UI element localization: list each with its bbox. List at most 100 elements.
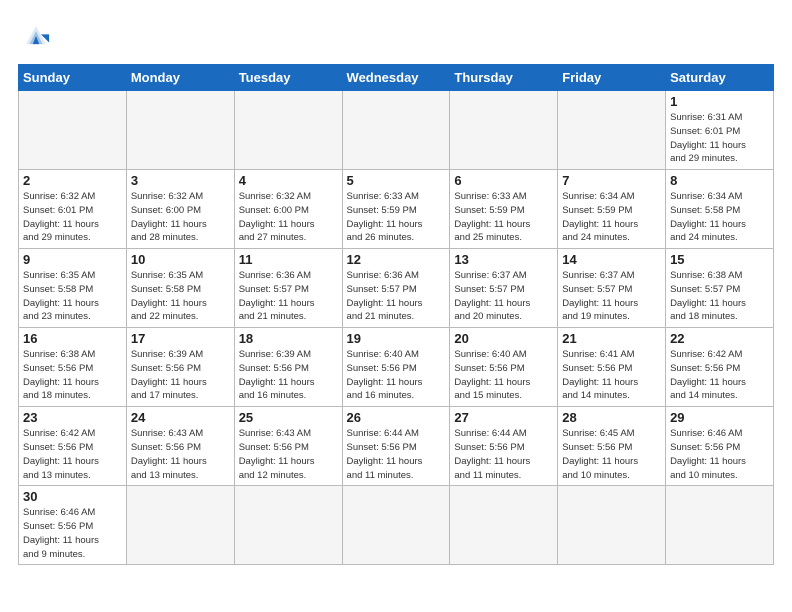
page: SundayMondayTuesdayWednesdayThursdayFrid… (0, 0, 792, 575)
calendar-cell: 8 Sunrise: 6:34 AMSunset: 5:58 PMDaylight… (666, 170, 774, 249)
calendar-week-3: 9 Sunrise: 6:35 AMSunset: 5:58 PMDaylight… (19, 249, 774, 328)
calendar-cell: 15 Sunrise: 6:38 AMSunset: 5:57 PMDayligh… (666, 249, 774, 328)
calendar-cell: 20 Sunrise: 6:40 AMSunset: 5:56 PMDayligh… (450, 328, 558, 407)
day-number: 28 (562, 410, 661, 425)
calendar-week-5: 23 Sunrise: 6:42 AMSunset: 5:56 PMDayligh… (19, 407, 774, 486)
day-number: 25 (239, 410, 338, 425)
day-info: Sunrise: 6:46 AMSunset: 5:56 PMDaylight:… (23, 506, 122, 561)
day-number: 11 (239, 252, 338, 267)
calendar-cell: 30 Sunrise: 6:46 AMSunset: 5:56 PMDayligh… (19, 486, 127, 565)
day-number: 18 (239, 331, 338, 346)
calendar-cell: 25 Sunrise: 6:43 AMSunset: 5:56 PMDayligh… (234, 407, 342, 486)
calendar-cell: 14 Sunrise: 6:37 AMSunset: 5:57 PMDayligh… (558, 249, 666, 328)
calendar: SundayMondayTuesdayWednesdayThursdayFrid… (18, 64, 774, 565)
calendar-cell (450, 486, 558, 565)
day-info: Sunrise: 6:32 AMSunset: 6:01 PMDaylight:… (23, 190, 122, 245)
day-info: Sunrise: 6:31 AMSunset: 6:01 PMDaylight:… (670, 111, 769, 166)
calendar-cell: 22 Sunrise: 6:42 AMSunset: 5:56 PMDayligh… (666, 328, 774, 407)
calendar-cell: 19Sunrise: 6:40 AMSunset: 5:56 PMDayligh… (342, 328, 450, 407)
day-info: Sunrise: 6:40 AMSunset: 5:56 PMDaylight:… (347, 348, 446, 403)
calendar-cell (19, 91, 127, 170)
day-number: 10 (131, 252, 230, 267)
day-number: 6 (454, 173, 553, 188)
day-info: Sunrise: 6:36 AMSunset: 5:57 PMDaylight:… (347, 269, 446, 324)
day-info: Sunrise: 6:42 AMSunset: 5:56 PMDaylight:… (23, 427, 122, 482)
day-number: 3 (131, 173, 230, 188)
day-info: Sunrise: 6:43 AMSunset: 5:56 PMDaylight:… (131, 427, 230, 482)
calendar-week-2: 2 Sunrise: 6:32 AMSunset: 6:01 PMDaylight… (19, 170, 774, 249)
calendar-cell: 3 Sunrise: 6:32 AMSunset: 6:00 PMDaylight… (126, 170, 234, 249)
day-number: 17 (131, 331, 230, 346)
calendar-cell: 9 Sunrise: 6:35 AMSunset: 5:58 PMDaylight… (19, 249, 127, 328)
day-info: Sunrise: 6:37 AMSunset: 5:57 PMDaylight:… (454, 269, 553, 324)
day-number: 12 (347, 252, 446, 267)
logo (18, 18, 60, 54)
calendar-cell: 17 Sunrise: 6:39 AMSunset: 5:56 PMDayligh… (126, 328, 234, 407)
calendar-cell (666, 486, 774, 565)
day-number: 30 (23, 489, 122, 504)
day-info: Sunrise: 6:41 AMSunset: 5:56 PMDaylight:… (562, 348, 661, 403)
calendar-cell (342, 486, 450, 565)
calendar-cell: 23 Sunrise: 6:42 AMSunset: 5:56 PMDayligh… (19, 407, 127, 486)
calendar-cell: 29 Sunrise: 6:46 AMSunset: 5:56 PMDayligh… (666, 407, 774, 486)
day-info: Sunrise: 6:38 AMSunset: 5:56 PMDaylight:… (23, 348, 122, 403)
day-info: Sunrise: 6:33 AMSunset: 5:59 PMDaylight:… (454, 190, 553, 245)
weekday-header-sunday: Sunday (19, 65, 127, 91)
calendar-cell: 4Sunrise: 6:32 AMSunset: 6:00 PMDaylight… (234, 170, 342, 249)
calendar-cell (126, 91, 234, 170)
day-number: 27 (454, 410, 553, 425)
day-info: Sunrise: 6:34 AMSunset: 5:58 PMDaylight:… (670, 190, 769, 245)
calendar-cell (234, 91, 342, 170)
calendar-cell: 5Sunrise: 6:33 AMSunset: 5:59 PMDaylight… (342, 170, 450, 249)
day-number: 5 (347, 173, 446, 188)
calendar-cell (450, 91, 558, 170)
day-number: 2 (23, 173, 122, 188)
day-number: 1 (670, 94, 769, 109)
day-info: Sunrise: 6:45 AMSunset: 5:56 PMDaylight:… (562, 427, 661, 482)
day-number: 20 (454, 331, 553, 346)
day-number: 14 (562, 252, 661, 267)
calendar-cell (558, 91, 666, 170)
calendar-body: 1 Sunrise: 6:31 AMSunset: 6:01 PMDaylight… (19, 91, 774, 565)
weekday-header-tuesday: Tuesday (234, 65, 342, 91)
calendar-week-1: 1 Sunrise: 6:31 AMSunset: 6:01 PMDaylight… (19, 91, 774, 170)
day-number: 24 (131, 410, 230, 425)
calendar-cell: 6 Sunrise: 6:33 AMSunset: 5:59 PMDaylight… (450, 170, 558, 249)
day-info: Sunrise: 6:37 AMSunset: 5:57 PMDaylight:… (562, 269, 661, 324)
calendar-week-4: 16Sunrise: 6:38 AMSunset: 5:56 PMDayligh… (19, 328, 774, 407)
day-number: 8 (670, 173, 769, 188)
day-number: 15 (670, 252, 769, 267)
calendar-cell (558, 486, 666, 565)
day-info: Sunrise: 6:42 AMSunset: 5:56 PMDaylight:… (670, 348, 769, 403)
calendar-cell: 7Sunrise: 6:34 AMSunset: 5:59 PMDaylight… (558, 170, 666, 249)
day-number: 29 (670, 410, 769, 425)
day-number: 9 (23, 252, 122, 267)
day-info: Sunrise: 6:32 AMSunset: 6:00 PMDaylight:… (131, 190, 230, 245)
day-info: Sunrise: 6:44 AMSunset: 5:56 PMDaylight:… (347, 427, 446, 482)
calendar-cell (126, 486, 234, 565)
day-info: Sunrise: 6:44 AMSunset: 5:56 PMDaylight:… (454, 427, 553, 482)
day-number: 4 (239, 173, 338, 188)
day-info: Sunrise: 6:35 AMSunset: 5:58 PMDaylight:… (23, 269, 122, 324)
day-info: Sunrise: 6:40 AMSunset: 5:56 PMDaylight:… (454, 348, 553, 403)
day-number: 26 (347, 410, 446, 425)
calendar-cell (234, 486, 342, 565)
day-info: Sunrise: 6:46 AMSunset: 5:56 PMDaylight:… (670, 427, 769, 482)
weekday-header-saturday: Saturday (666, 65, 774, 91)
day-number: 22 (670, 331, 769, 346)
calendar-cell: 13 Sunrise: 6:37 AMSunset: 5:57 PMDayligh… (450, 249, 558, 328)
weekday-header-wednesday: Wednesday (342, 65, 450, 91)
day-info: Sunrise: 6:36 AMSunset: 5:57 PMDaylight:… (239, 269, 338, 324)
calendar-cell: 24 Sunrise: 6:43 AMSunset: 5:56 PMDayligh… (126, 407, 234, 486)
calendar-cell: 28 Sunrise: 6:45 AMSunset: 5:56 PMDayligh… (558, 407, 666, 486)
day-number: 7 (562, 173, 661, 188)
day-number: 13 (454, 252, 553, 267)
logo-icon (18, 18, 54, 54)
day-number: 23 (23, 410, 122, 425)
calendar-header: SundayMondayTuesdayWednesdayThursdayFrid… (19, 65, 774, 91)
day-info: Sunrise: 6:38 AMSunset: 5:57 PMDaylight:… (670, 269, 769, 324)
day-info: Sunrise: 6:39 AMSunset: 5:56 PMDaylight:… (131, 348, 230, 403)
day-info: Sunrise: 6:43 AMSunset: 5:56 PMDaylight:… (239, 427, 338, 482)
calendar-week-6: 30 Sunrise: 6:46 AMSunset: 5:56 PMDayligh… (19, 486, 774, 565)
calendar-cell: 2 Sunrise: 6:32 AMSunset: 6:01 PMDaylight… (19, 170, 127, 249)
